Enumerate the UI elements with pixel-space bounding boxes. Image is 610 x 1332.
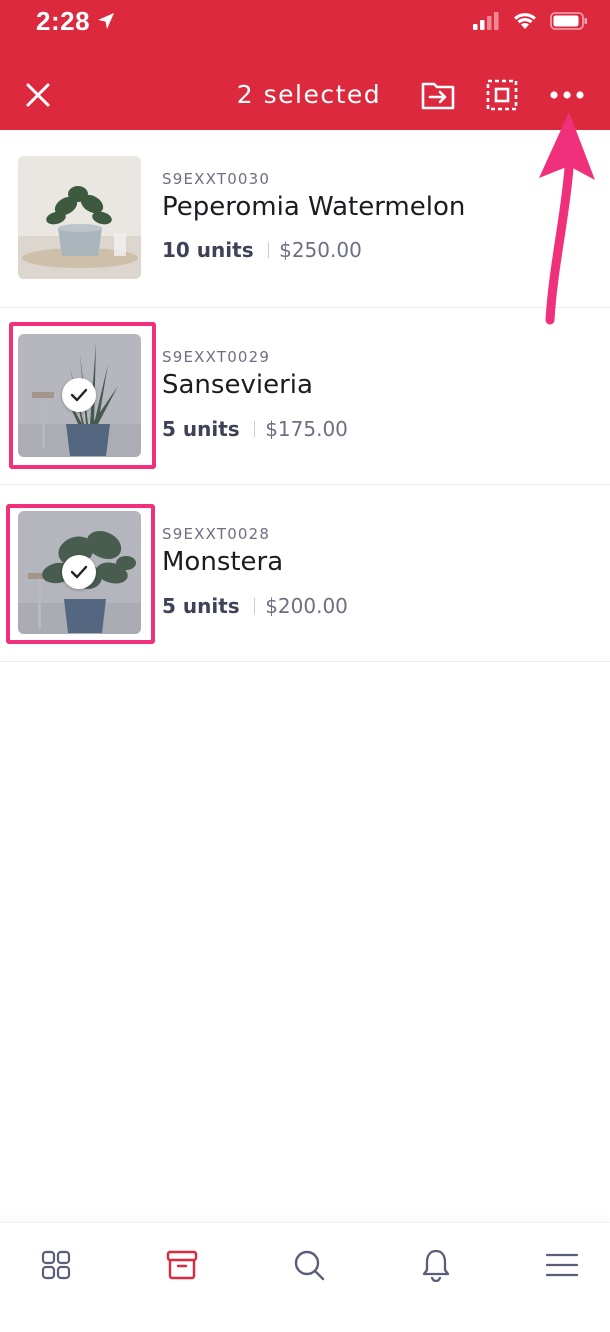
item-meta: 5 units $200.00 bbox=[162, 594, 348, 618]
item-units: 5 units bbox=[162, 594, 240, 618]
close-selection-button[interactable] bbox=[22, 79, 54, 111]
item-sku: S9EXXT0030 bbox=[162, 170, 271, 188]
wifi-icon bbox=[512, 11, 538, 36]
item-price: $250.00 bbox=[279, 238, 362, 262]
bell-icon bbox=[422, 1249, 450, 1282]
signal-icon bbox=[472, 11, 500, 36]
more-dots-icon bbox=[550, 91, 584, 99]
move-to-folder-button[interactable] bbox=[419, 76, 457, 114]
divider bbox=[253, 598, 256, 614]
menu-icon bbox=[545, 1253, 579, 1277]
item-sku: S9EXXT0028 bbox=[162, 525, 271, 543]
item-units: 10 units bbox=[162, 238, 254, 262]
selection-count-title: 2 selected bbox=[236, 80, 382, 109]
nav-dashboard-button[interactable] bbox=[32, 1241, 80, 1289]
status-indicators bbox=[472, 11, 588, 36]
nav-items-button[interactable] bbox=[158, 1241, 206, 1289]
box-icon bbox=[166, 1250, 198, 1280]
highlight-box bbox=[6, 504, 155, 644]
grid-icon bbox=[41, 1250, 71, 1280]
item-price: $175.00 bbox=[265, 417, 348, 441]
highlight-box bbox=[9, 322, 156, 469]
search-icon bbox=[294, 1250, 325, 1281]
divider bbox=[267, 242, 270, 258]
divider bbox=[253, 421, 256, 437]
top-bar: 2:28 2 selected bbox=[0, 0, 610, 130]
item-meta: 10 units $250.00 bbox=[162, 238, 362, 262]
item-price: $200.00 bbox=[265, 594, 348, 618]
item-sku: S9EXXT0029 bbox=[162, 348, 271, 366]
list-item[interactable]: S9EXXT0030 Peperomia Watermelon 10 units… bbox=[0, 130, 610, 308]
item-photo bbox=[18, 156, 141, 279]
nav-notifications-button[interactable] bbox=[412, 1241, 460, 1289]
item-units: 5 units bbox=[162, 417, 240, 441]
nav-search-button[interactable] bbox=[285, 1241, 333, 1289]
item-name: Monstera bbox=[162, 547, 284, 577]
select-all-button[interactable] bbox=[483, 76, 521, 114]
battery-icon bbox=[550, 11, 588, 36]
item-name: Sansevieria bbox=[162, 370, 313, 400]
close-icon bbox=[26, 83, 50, 107]
status-time: 2:28 bbox=[36, 6, 91, 36]
bottom-nav bbox=[0, 1222, 610, 1332]
location-icon bbox=[96, 11, 116, 36]
select-all-icon bbox=[486, 79, 518, 111]
item-meta: 5 units $175.00 bbox=[162, 417, 348, 441]
move-to-folder-icon bbox=[421, 82, 455, 110]
item-name: Peperomia Watermelon bbox=[162, 192, 466, 222]
annotation-arrow bbox=[539, 112, 595, 325]
nav-menu-button[interactable] bbox=[538, 1241, 586, 1289]
